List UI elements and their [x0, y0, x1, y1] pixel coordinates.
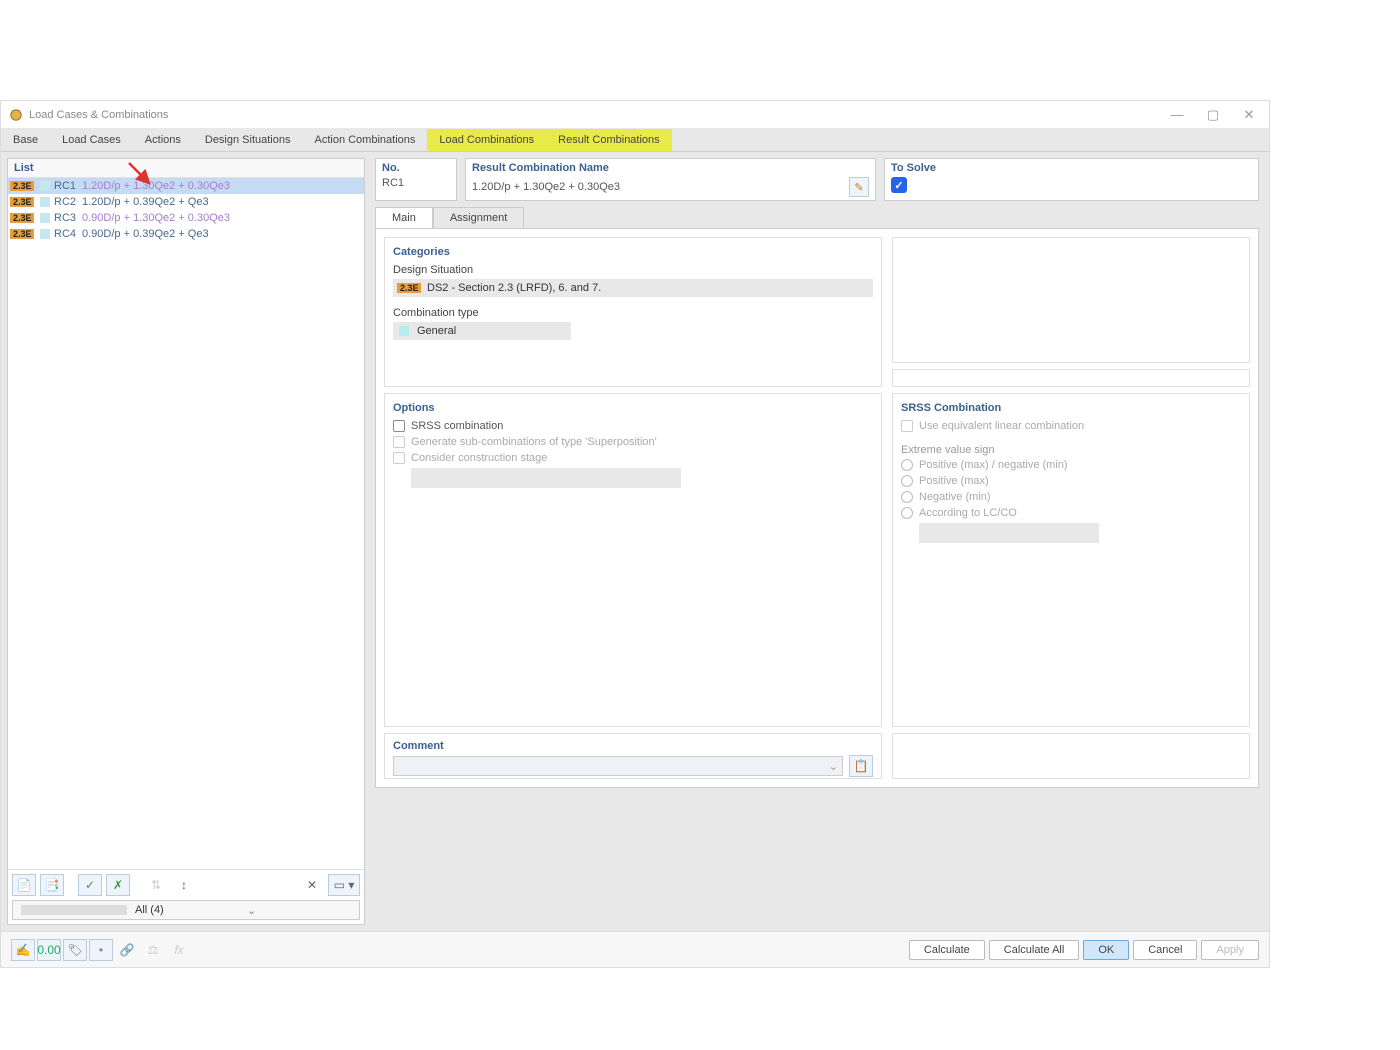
tool-weight-icon[interactable]: ⚖: [141, 939, 165, 961]
list-header: List: [8, 159, 364, 178]
minimize-button[interactable]: —: [1165, 107, 1189, 123]
app-window: Load Cases & Combinations — ▢ ✕ Base Loa…: [0, 100, 1270, 968]
ok-button[interactable]: OK: [1083, 940, 1129, 960]
maximize-button[interactable]: ▢: [1201, 107, 1225, 123]
edit-name-icon[interactable]: ✎: [849, 177, 869, 197]
radio-posneg: Positive (max) / negative (min): [901, 459, 1241, 471]
tool-fx-icon[interactable]: fx: [167, 939, 191, 961]
checkbox-icon: [393, 436, 405, 448]
tab-result-combinations[interactable]: Result Combinations: [546, 129, 672, 151]
checkbox-icon: [901, 420, 913, 432]
srss-panel: SRSS Combination Use equivalent linear c…: [892, 393, 1250, 727]
calculate-all-button[interactable]: Calculate All: [989, 940, 1080, 960]
solve-field: To Solve ✓: [884, 158, 1259, 201]
new-icon[interactable]: 📄: [12, 874, 36, 896]
list-row-rc2[interactable]: 2.3E RC2 1.20D/p + 0.39Qe2 + Qe3: [8, 194, 364, 210]
tab-load-cases[interactable]: Load Cases: [50, 129, 133, 151]
design-situation-value[interactable]: 2.3E DS2 - Section 2.3 (LRFD), 6. and 7.: [393, 279, 873, 297]
list-pane: List 2.3E RC1 1.20D/p + 1.30Qe2 + 0.30Qe…: [7, 158, 365, 925]
details-pane: No. RC1 Result Combination Name 1.20D/p …: [375, 158, 1259, 925]
reorder-icon[interactable]: ⇅: [144, 874, 168, 896]
list-body: 2.3E RC1 1.20D/p + 1.30Qe2 + 0.30Qe3 2.3…: [8, 178, 364, 869]
checkbox-icon: [393, 452, 405, 464]
name-field: Result Combination Name 1.20D/p + 1.30Qe…: [465, 158, 876, 201]
filter-dropdown[interactable]: All (4) ⌄: [12, 900, 360, 920]
list-row-rc3[interactable]: 2.3E RC3 0.90D/p + 1.30Qe2 + 0.30Qe3: [8, 210, 364, 226]
tab-action-combinations[interactable]: Action Combinations: [302, 129, 427, 151]
list-row-rc1[interactable]: 2.3E RC1 1.20D/p + 1.30Qe2 + 0.30Qe3: [8, 178, 364, 194]
copy-icon[interactable]: 📑: [40, 874, 64, 896]
options-panel: Options SRSS combination Generate sub-co…: [384, 393, 882, 727]
delete-icon[interactable]: ✕: [300, 874, 324, 896]
color-swatch: [40, 213, 50, 223]
comment-panel: Comment ⌄ 📋: [384, 733, 882, 779]
titlebar: Load Cases & Combinations — ▢ ✕: [1, 101, 1269, 129]
color-swatch: [40, 229, 50, 239]
subtab-assignment[interactable]: Assignment: [433, 207, 524, 228]
calculate-button[interactable]: Calculate: [909, 940, 985, 960]
color-swatch: [40, 197, 50, 207]
tab-design-situations[interactable]: Design Situations: [193, 129, 303, 151]
sort-icon[interactable]: ↕: [172, 874, 196, 896]
tool-tag-icon[interactable]: 🏷: [63, 939, 87, 961]
color-swatch: [40, 181, 50, 191]
srss-check[interactable]: SRSS combination: [393, 420, 873, 432]
tab-load-combinations[interactable]: Load Combinations: [427, 129, 546, 151]
no-field: No. RC1: [375, 158, 457, 201]
list-row-rc4[interactable]: 2.3E RC4 0.90D/p + 0.39Qe2 + Qe3: [8, 226, 364, 242]
lcco-field: [919, 523, 1099, 543]
empty-panel-small: [892, 369, 1250, 387]
gensub-check: Generate sub-combinations of type 'Super…: [393, 436, 873, 448]
categories-panel: Categories Design Situation 2.3E DS2 - S…: [384, 237, 882, 387]
main-tabs: Base Load Cases Actions Design Situation…: [1, 129, 1269, 152]
tab-base[interactable]: Base: [1, 129, 50, 151]
apply-button: Apply: [1201, 940, 1259, 960]
comment-input[interactable]: ⌄: [393, 756, 843, 776]
cancel-button[interactable]: Cancel: [1133, 940, 1197, 960]
footer: ✍ 0.00 🏷 • 🔗 ⚖ fx Calculate Calculate Al…: [1, 931, 1269, 967]
radio-neg: Negative (min): [901, 491, 1241, 503]
tool-units-icon[interactable]: 0.00: [37, 939, 61, 961]
radio-icon: [901, 507, 913, 519]
tool-dot-icon[interactable]: •: [89, 939, 113, 961]
radio-icon: [901, 475, 913, 487]
combination-type-value[interactable]: General: [393, 322, 571, 340]
subtab-main[interactable]: Main: [375, 207, 433, 228]
equiv-check: Use equivalent linear combination: [901, 420, 1241, 432]
comment-copy-icon[interactable]: 📋: [849, 755, 873, 777]
list-toolbar: 📄 📑 ✓ ✗ ⇅ ↕ ✕ ▭ ▾: [8, 869, 364, 900]
tab-actions[interactable]: Actions: [133, 129, 193, 151]
select-all-icon[interactable]: ✓: [78, 874, 102, 896]
empty-comment-side: [892, 733, 1250, 779]
construction-check: Consider construction stage: [393, 452, 873, 464]
filter-swatch: [21, 905, 127, 915]
app-icon: [9, 108, 23, 122]
empty-panel-top: [892, 237, 1250, 363]
tool-wand-icon[interactable]: ✍: [11, 939, 35, 961]
window-title: Load Cases & Combinations: [29, 109, 1165, 121]
close-button[interactable]: ✕: [1237, 107, 1261, 123]
view-toggle-icon[interactable]: ▭ ▾: [328, 874, 360, 896]
radio-lcco: According to LC/CO: [901, 507, 1241, 519]
checkbox-icon: [393, 420, 405, 432]
deselect-all-icon[interactable]: ✗: [106, 874, 130, 896]
tool-link-icon[interactable]: 🔗: [115, 939, 139, 961]
radio-icon: [901, 491, 913, 503]
radio-icon: [901, 459, 913, 471]
radio-pos: Positive (max): [901, 475, 1241, 487]
construction-stage-field: [411, 468, 681, 488]
solve-checkbox[interactable]: ✓: [891, 177, 907, 193]
content-area: List 2.3E RC1 1.20D/p + 1.30Qe2 + 0.30Qe…: [1, 152, 1269, 931]
